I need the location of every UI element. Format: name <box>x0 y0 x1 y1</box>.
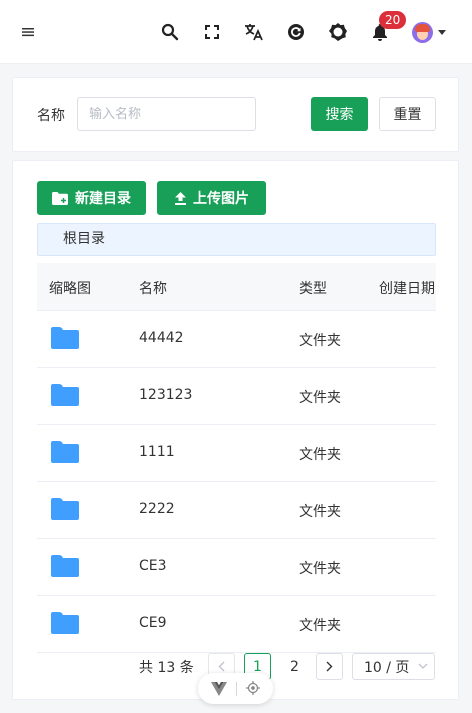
row-name: CE3 <box>139 558 167 574</box>
top-bar: 20 <box>0 0 472 64</box>
folder-icon <box>51 384 79 406</box>
settings-icon[interactable] <box>326 20 350 44</box>
column-header-thumbnail[interactable]: 缩略图 <box>49 278 91 298</box>
devtools-divider <box>236 682 237 696</box>
table-row[interactable]: 2222 文件夹 <box>37 482 436 539</box>
breadcrumb[interactable]: 根目录 <box>37 223 436 256</box>
table-header: 缩略图 名称 类型 创建日期 <box>37 263 436 311</box>
upload-icon <box>175 191 186 205</box>
next-page-button[interactable] <box>316 653 343 680</box>
vue-devtools-toggle[interactable] <box>198 673 273 704</box>
search-form: 名称 搜索 重置 <box>12 77 459 152</box>
column-header-type[interactable]: 类型 <box>299 278 327 298</box>
new-folder-button[interactable]: 新建目录 <box>37 181 146 215</box>
table-row[interactable]: CE3 文件夹 <box>37 539 436 596</box>
vue-logo-icon <box>211 682 227 696</box>
row-name: 44442 <box>139 330 184 346</box>
name-input[interactable] <box>77 97 256 131</box>
chevron-down-icon <box>418 663 428 669</box>
folder-icon <box>51 327 79 349</box>
page-size-select[interactable]: 10 / 页 <box>352 653 435 680</box>
column-header-created-date[interactable]: 创建日期 <box>379 278 435 298</box>
chevron-down-icon[interactable] <box>438 30 446 35</box>
upload-image-label: 上传图片 <box>193 191 249 207</box>
row-name: 2222 <box>139 501 175 517</box>
name-label: 名称 <box>37 108 65 124</box>
page-size-label: 10 / 页 <box>364 659 410 676</box>
search-button[interactable]: 搜索 <box>311 97 368 131</box>
row-type: 文件夹 <box>299 333 341 349</box>
folder-add-icon <box>52 191 68 205</box>
refresh-icon[interactable] <box>284 20 308 44</box>
chevron-left-icon <box>218 661 225 672</box>
fullscreen-icon[interactable] <box>200 20 224 44</box>
table-row[interactable]: CE9 文件夹 <box>37 596 436 653</box>
folder-icon <box>51 612 79 634</box>
crosshair-icon[interactable] <box>246 681 260 695</box>
page-2-button[interactable]: 2 <box>281 653 308 680</box>
column-header-name[interactable]: 名称 <box>139 278 167 298</box>
row-type: 文件夹 <box>299 504 341 520</box>
menu-icon[interactable] <box>16 20 40 44</box>
folder-icon <box>51 498 79 520</box>
file-list-card: 新建目录 上传图片 根目录 缩略图 名称 类型 创建日期 44442 文件夹 1… <box>12 160 459 700</box>
folder-icon <box>51 555 79 577</box>
search-icon[interactable] <box>158 20 182 44</box>
table-row[interactable]: 123123 文件夹 <box>37 368 436 425</box>
folder-icon <box>51 441 79 463</box>
chevron-right-icon <box>326 661 333 672</box>
translate-icon[interactable] <box>242 20 266 44</box>
total-count: 共 13 条 <box>139 660 194 676</box>
avatar[interactable] <box>412 22 433 43</box>
file-table: 缩略图 名称 类型 创建日期 44442 文件夹 123123 文件夹 1111… <box>37 263 436 653</box>
row-name: 123123 <box>139 387 193 403</box>
reset-button[interactable]: 重置 <box>379 97 436 131</box>
row-type: 文件夹 <box>299 447 341 463</box>
notification-badge: 20 <box>379 11 407 29</box>
row-name: CE9 <box>139 615 167 631</box>
row-type: 文件夹 <box>299 618 341 634</box>
upload-image-button[interactable]: 上传图片 <box>157 181 266 215</box>
row-name: 1111 <box>139 444 175 460</box>
table-row[interactable]: 1111 文件夹 <box>37 425 436 482</box>
row-type: 文件夹 <box>299 390 341 406</box>
table-row[interactable]: 44442 文件夹 <box>37 311 436 368</box>
new-folder-label: 新建目录 <box>75 191 131 207</box>
row-type: 文件夹 <box>299 561 341 577</box>
